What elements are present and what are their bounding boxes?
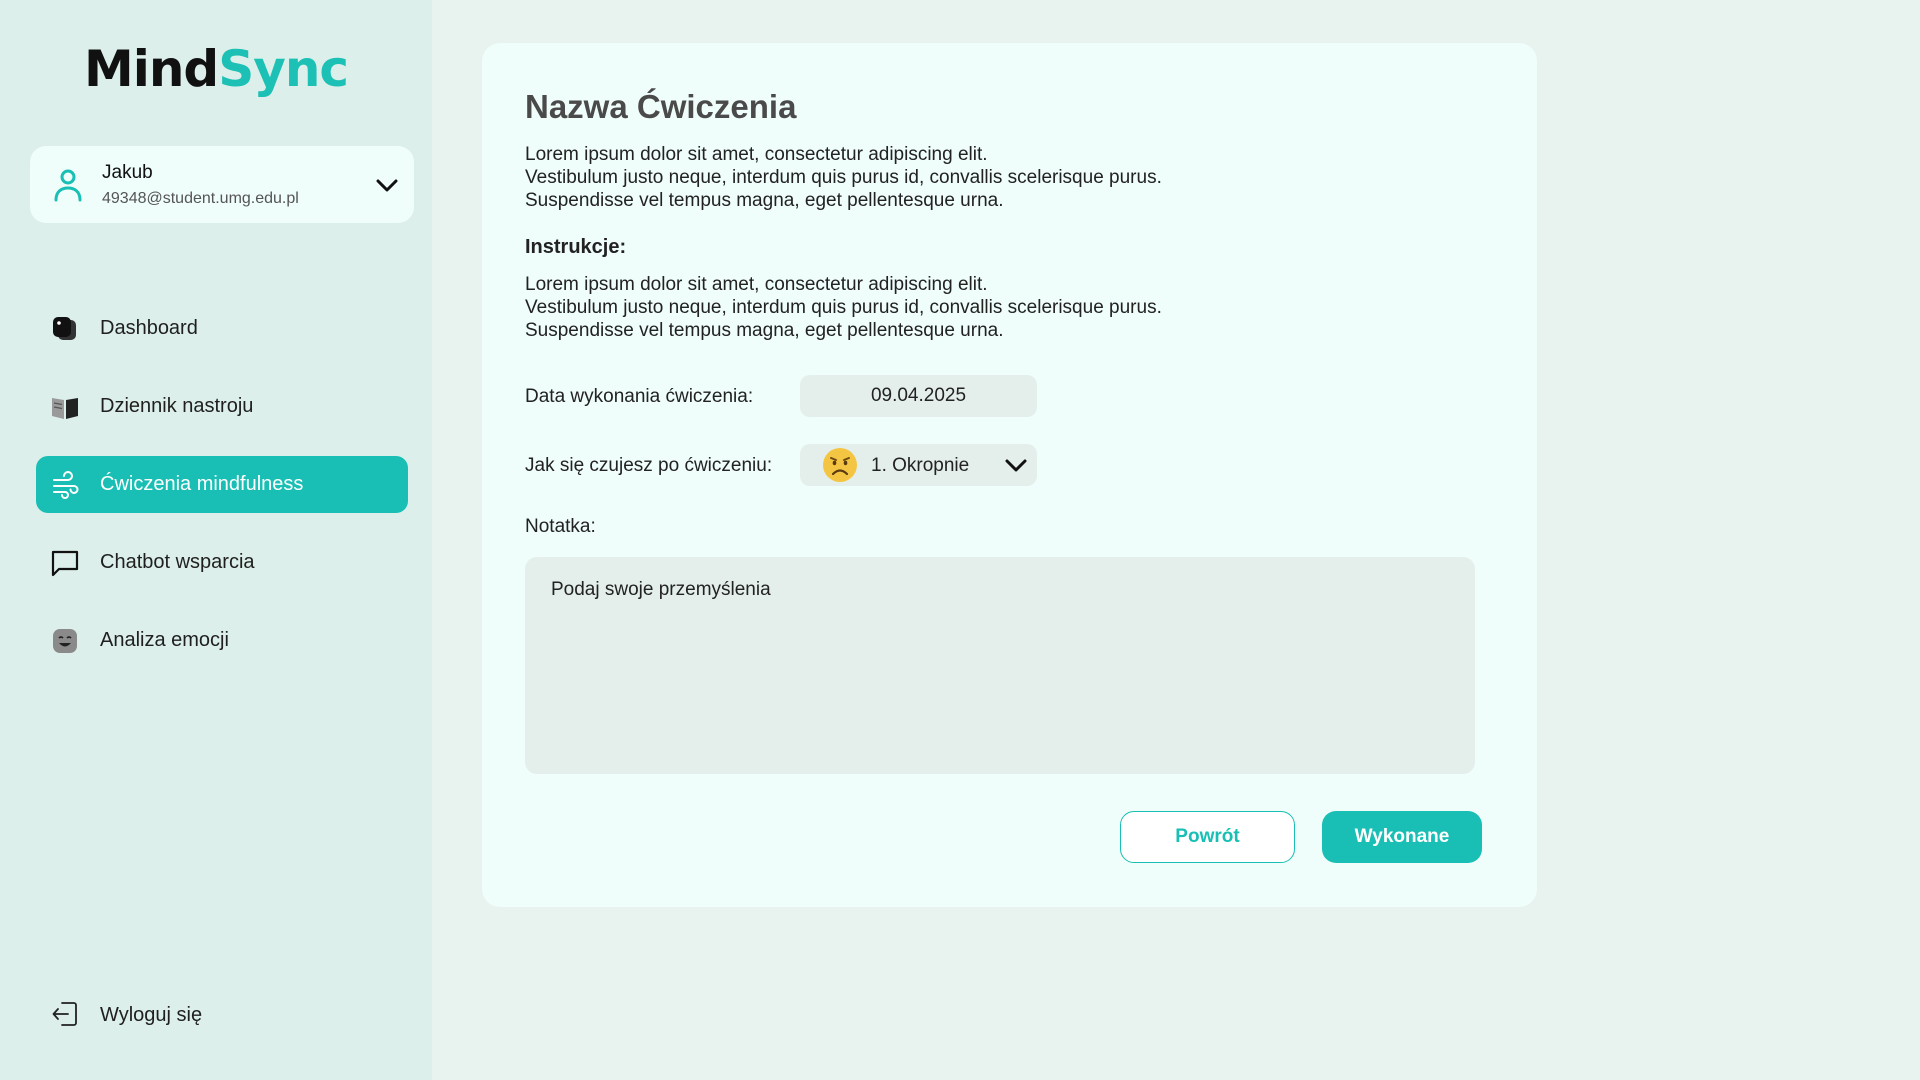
exercise-card: Nazwa Ćwiczenia Lorem ipsum dolor sit am…	[482, 43, 1537, 907]
date-label: Data wykonania ćwiczenia:	[525, 386, 754, 407]
logout-button[interactable]: Wyloguj się	[36, 985, 336, 1045]
user-icon	[54, 169, 82, 202]
user-name: Jakub	[102, 162, 153, 183]
mood-select[interactable]: 1. Okropnie	[800, 444, 1037, 486]
sad-face-emoji	[823, 448, 857, 482]
nav-item-chatbot[interactable]: Chatbot wsparcia	[36, 534, 408, 591]
description-line: Vestibulum justo neque, interdum quis pu…	[525, 167, 1162, 188]
exercise-title: Nazwa Ćwiczenia	[525, 88, 797, 125]
user-menu[interactable]: Jakub 49348@student.umg.edu.pl	[30, 146, 414, 223]
nav-label: Dziennik nastroju	[100, 395, 254, 417]
nav-label: Ćwiczenia mindfulness	[100, 473, 304, 495]
instruction-line: Suspendisse vel tempus magna, eget pelle…	[525, 320, 1004, 341]
chevron-down-icon[interactable]	[374, 172, 400, 198]
logout-icon	[52, 1002, 77, 1026]
emotion-icon	[53, 629, 77, 653]
nav-item-mindfulness[interactable]: Ćwiczenia mindfulness	[36, 456, 408, 513]
date-field[interactable]: 09.04.2025	[800, 375, 1037, 417]
description-line: Suspendisse vel tempus magna, eget pelle…	[525, 190, 1004, 211]
done-button[interactable]: Wykonane	[1322, 811, 1482, 863]
nav-item-emotion-analysis[interactable]: Analiza emocji	[36, 612, 408, 669]
wind-icon	[53, 471, 79, 499]
main-nav: Dashboard Dziennik nastroju Ćwiczenia mi…	[36, 300, 408, 690]
user-email: 49348@student.umg.edu.pl	[102, 190, 299, 207]
instructions-heading: Instrukcje:	[525, 236, 627, 258]
nav-item-mood-journal[interactable]: Dziennik nastroju	[36, 378, 408, 435]
logo-part-sync: Sync	[218, 40, 349, 98]
instruction-line: Lorem ipsum dolor sit amet, consectetur …	[525, 274, 988, 295]
nav-label: Dashboard	[100, 317, 198, 339]
note-textarea[interactable]	[525, 557, 1475, 774]
mood-value: 1. Okropnie	[871, 455, 970, 476]
description-line: Lorem ipsum dolor sit amet, consectetur …	[525, 144, 988, 165]
nav-item-dashboard[interactable]: Dashboard	[36, 300, 408, 357]
app-logo[interactable]: MindSync	[0, 40, 432, 98]
back-button[interactable]: Powrót	[1120, 811, 1295, 863]
chat-icon	[51, 550, 79, 577]
instructions-text: Lorem ipsum dolor sit amet, consectetur …	[525, 273, 1425, 342]
book-icon	[52, 398, 78, 419]
nav-label: Analiza emocji	[100, 629, 229, 651]
exercise-description: Lorem ipsum dolor sit amet, consectetur …	[525, 143, 1425, 212]
instruction-line: Vestibulum justo neque, interdum quis pu…	[525, 297, 1162, 318]
logo-part-mind: Mind	[83, 40, 219, 98]
mood-label: Jak się czujesz po ćwiczeniu:	[525, 455, 773, 476]
dashboard-icon	[53, 317, 76, 340]
logout-label: Wyloguj się	[100, 1004, 203, 1026]
sidebar: MindSync Jakub 49348@student.umg.edu.pl …	[0, 0, 432, 1080]
note-label: Notatka:	[525, 516, 596, 537]
chevron-down-icon	[1005, 459, 1027, 472]
nav-label: Chatbot wsparcia	[100, 551, 255, 573]
